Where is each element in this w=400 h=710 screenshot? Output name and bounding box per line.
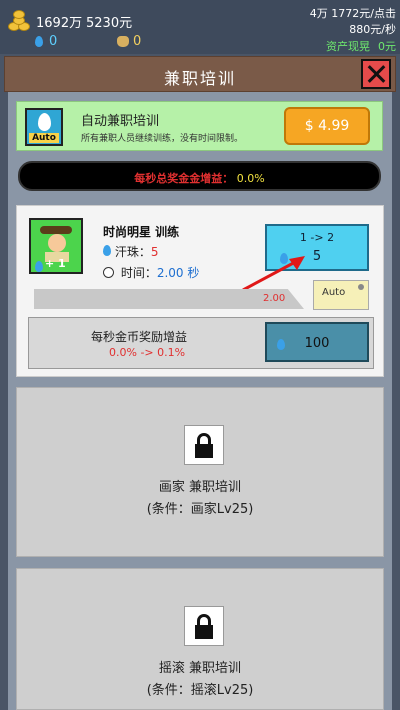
- time-label: 时间：: [120, 266, 157, 280]
- income-upgrade-cost: 100: [304, 336, 330, 351]
- sweat-drop-icon: [103, 245, 111, 256]
- assets-label: 资产现晃: [326, 40, 370, 53]
- sweat-drop-icon: [35, 36, 43, 47]
- rock-training-card-locked: 摇滚 兼职培训 (条件：摇滚Lv25): [16, 568, 384, 710]
- income-bonus-title: 每秒金币奖励增益: [91, 330, 188, 344]
- money-value: 5230元: [86, 16, 133, 31]
- top-status-bar: 1692万 5230元 0 0 4万 1772元/点击 880元/秒 资产现晃 …: [0, 0, 400, 54]
- income-bonus-box: 每秒金币奖励增益 0.0% -> 0.1% 100: [28, 317, 374, 369]
- locked-card-condition: (条件：画家Lv25): [146, 502, 254, 517]
- fashion-star-training-card: + 1 时尚明星 训练 汗珠：5 时间：2.00 秒 1 -> 2 5 2.00…: [16, 205, 384, 377]
- lock-icon: [184, 606, 224, 646]
- locked-card-name: 摇滚 兼职培训: [158, 661, 242, 676]
- income-bonus-change: 0.0% -> 0.1%: [109, 346, 186, 359]
- sweat-cost-row: 汗珠：5: [103, 243, 158, 260]
- page-header: 兼职培训: [4, 56, 396, 92]
- total-bonus-value: 0.0%: [236, 172, 265, 185]
- lock-icon: [184, 425, 224, 465]
- progress-time-value: 2.00: [263, 293, 286, 304]
- coins-icon: [8, 8, 32, 32]
- fashion-star-avatar: + 1: [29, 218, 83, 274]
- auto-training-description: 所有兼职人员继续训练，没有时间限制。: [81, 134, 244, 144]
- click-rate: 4万 1772元/点击: [309, 7, 396, 20]
- avatar-bonus-label: + 1: [45, 257, 66, 270]
- trainee-name: 时尚明星 训练: [103, 225, 180, 239]
- status-dot-icon: [358, 284, 364, 290]
- auto-toggle-label: Auto: [322, 287, 346, 298]
- assets-value: 0元: [378, 40, 396, 53]
- buy-auto-training-button[interactable]: $ 4.99: [284, 107, 370, 145]
- income-upgrade-button[interactable]: 100: [265, 322, 369, 362]
- bag-count: 0: [133, 34, 142, 49]
- second-rate: 880元/秒: [349, 23, 396, 36]
- auto-icon-label: Auto: [29, 133, 59, 143]
- painter-training-card-locked: 画家 兼职培训 (条件：画家Lv25): [16, 387, 384, 557]
- hat-icon: [40, 226, 72, 234]
- time-row: 时间：2.00 秒: [103, 264, 199, 281]
- level-transition: 1 -> 2: [299, 231, 335, 244]
- close-button[interactable]: [361, 59, 391, 89]
- sweat-label: 汗珠：: [114, 245, 151, 259]
- money-bag-icon: [117, 36, 129, 47]
- pointer-arrow-icon: [242, 256, 305, 292]
- auto-training-icon: Auto: [25, 108, 63, 146]
- locked-card-condition: (条件：摇滚Lv25): [146, 683, 254, 698]
- clock-icon: [103, 267, 114, 278]
- water-drop-icon: [35, 261, 43, 272]
- auto-toggle-button[interactable]: Auto: [313, 280, 369, 310]
- total-bonus-label: 每秒总奖金金增益：: [134, 172, 234, 185]
- locked-card-name: 画家 兼职培训: [158, 480, 242, 495]
- water-drop-icon: [38, 113, 51, 131]
- sweat-count: 0: [49, 34, 58, 49]
- sweat-value: 5: [150, 245, 159, 259]
- auto-training-title: 自动兼职培训: [81, 114, 160, 129]
- total-bonus-bar: 每秒总奖金金增益： 0.0%: [18, 161, 381, 191]
- total-bonus-text: 每秒总奖金金增益： 0.0%: [20, 170, 379, 186]
- face-icon: [48, 234, 66, 252]
- coins-value: 1692万: [36, 16, 83, 31]
- time-value: 2.00 秒: [156, 266, 200, 280]
- page-title: 兼职培训: [163, 69, 236, 88]
- auto-training-banner: Auto 自动兼职培训 所有兼职人员继续训练，没有时间限制。 $ 4.99: [16, 101, 383, 151]
